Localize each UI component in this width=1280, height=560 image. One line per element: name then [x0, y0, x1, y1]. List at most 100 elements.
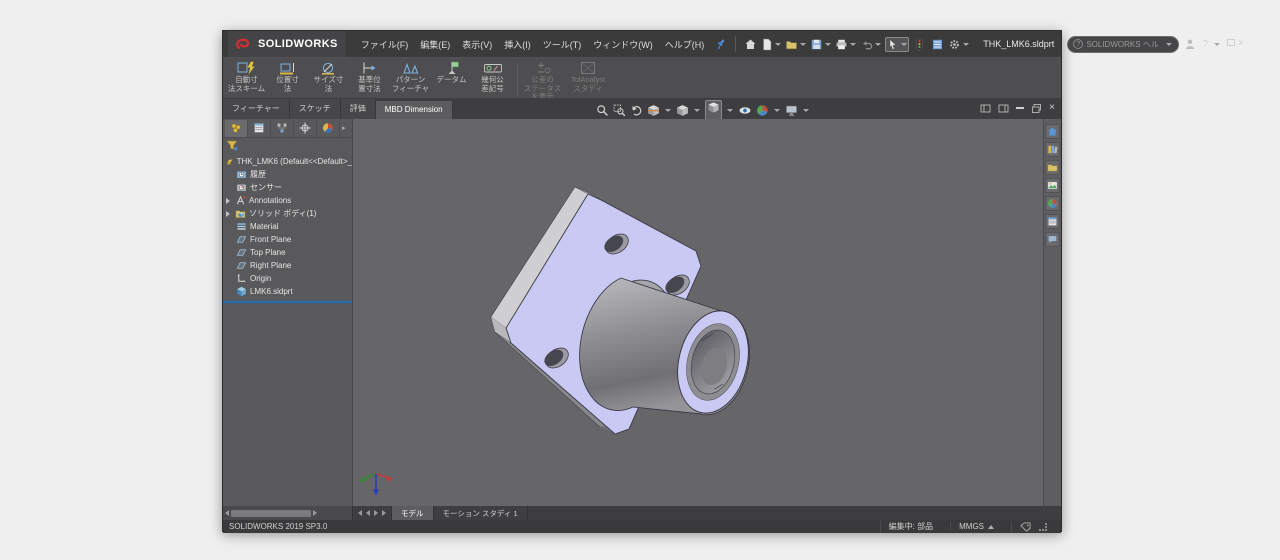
tab-mbd-dimension[interactable]: MBD Dimension — [376, 101, 453, 119]
open-document-button[interactable] — [785, 38, 807, 51]
new-document-button[interactable] — [761, 38, 782, 51]
solidworks-resources-tab[interactable] — [1045, 124, 1060, 139]
document-close-button[interactable]: × — [1049, 101, 1055, 115]
dropdown-icon[interactable] — [800, 43, 806, 46]
tab-model[interactable]: モデル — [392, 506, 434, 520]
menu-tools[interactable]: ツール(T) — [537, 36, 588, 53]
menu-edit[interactable]: 編集(E) — [414, 36, 456, 53]
ribbon-button-datum[interactable]: データム — [432, 60, 471, 85]
tree-item-part-file[interactable]: LMK6.sldprt — [223, 285, 352, 298]
help-search-box[interactable]: ? — [1067, 36, 1179, 53]
file-explorer-tab[interactable] — [1045, 160, 1060, 175]
display-style-button[interactable] — [705, 100, 722, 120]
search-input[interactable] — [1086, 40, 1158, 49]
ribbon-button-location-dimension[interactable]: 位置寸 法 — [268, 60, 307, 93]
print-button[interactable] — [835, 38, 857, 51]
design-library-tab[interactable] — [1045, 142, 1060, 157]
scrollbar-thumb[interactable] — [231, 510, 311, 517]
tab-motion-study[interactable]: モーション スタディ 1 — [434, 506, 528, 520]
tab-property-manager[interactable] — [248, 120, 271, 137]
dropdown-icon[interactable] — [901, 43, 907, 46]
maximize-button[interactable] — [1227, 32, 1235, 56]
tree-item-right-plane[interactable]: Right Plane — [223, 259, 352, 272]
panel-horizontal-scrollbar[interactable] — [223, 506, 353, 520]
ribbon-button-size-dimension[interactable]: サイズ寸 法 — [309, 60, 348, 93]
undo-button[interactable] — [860, 38, 882, 51]
save-button[interactable] — [810, 38, 832, 51]
dropdown-icon[interactable] — [875, 43, 881, 46]
nav-last-icon[interactable] — [382, 510, 386, 516]
dropdown-icon[interactable] — [775, 43, 781, 46]
solidworks-forum-tab[interactable] — [1045, 232, 1060, 247]
units-dropdown-icon[interactable] — [988, 525, 994, 529]
menu-help[interactable]: ヘルプ(H) — [659, 36, 711, 53]
filter-funnel-icon[interactable] — [226, 140, 238, 151]
previous-view-icon[interactable] — [630, 104, 643, 117]
tree-item-annotations[interactable]: Annotations — [223, 194, 352, 207]
dropdown-icon[interactable] — [963, 43, 969, 46]
menu-file[interactable]: ファイル(F) — [355, 36, 415, 53]
view-settings-icon[interactable] — [785, 104, 798, 117]
tree-item-origin[interactable]: Origin — [223, 272, 352, 285]
tab-display-manager[interactable] — [317, 120, 340, 137]
dropdown-icon[interactable] — [774, 109, 780, 112]
help-button[interactable]: ? — [1202, 39, 1208, 50]
ribbon-button-auto-dimension-scheme[interactable]: 自動寸 法スキーム — [227, 60, 266, 93]
view-palette-tab[interactable] — [1045, 178, 1060, 193]
select-tool-button[interactable] — [885, 37, 909, 52]
menu-insert[interactable]: 挿入(I) — [498, 36, 537, 53]
dropdown-icon[interactable] — [665, 109, 671, 112]
panel-tabs-overflow-icon[interactable]: ▸ — [342, 124, 346, 132]
dropdown-icon[interactable] — [694, 109, 700, 112]
custom-properties-tab[interactable] — [1045, 214, 1060, 229]
options-button[interactable] — [948, 38, 970, 51]
tab-feature-tree[interactable] — [225, 120, 248, 137]
login-user-icon[interactable] — [1182, 37, 1197, 52]
nav-first-icon[interactable] — [358, 510, 362, 516]
section-view-icon[interactable] — [647, 104, 660, 117]
model-3d-flanged-bushing[interactable] — [481, 181, 786, 466]
tab-dimxpert-manager[interactable] — [294, 120, 317, 137]
edit-appearance-icon[interactable] — [756, 104, 769, 117]
tree-item-front-plane[interactable]: Front Plane — [223, 233, 352, 246]
close-button[interactable]: × — [1238, 32, 1244, 56]
tab-sketch[interactable]: スケッチ — [290, 99, 341, 119]
tab-evaluate[interactable]: 評価 — [341, 99, 376, 119]
split-pane-left-icon[interactable] — [980, 103, 991, 114]
split-pane-right-icon[interactable] — [998, 103, 1009, 114]
home-button[interactable] — [743, 37, 758, 52]
units-selector[interactable]: MMGS — [950, 522, 1002, 531]
zoom-to-fit-icon[interactable] — [596, 104, 609, 117]
nav-next-icon[interactable] — [374, 510, 378, 516]
expand-arrow-icon[interactable] — [226, 198, 230, 204]
rebuild-button[interactable] — [912, 37, 927, 52]
dropdown-icon[interactable] — [850, 43, 856, 46]
tree-item-part-root[interactable]: THK_LMK6 (Default<<Default>_ — [223, 155, 352, 168]
menu-window[interactable]: ウィンドウ(W) — [587, 36, 659, 53]
search-dropdown-icon[interactable] — [1166, 43, 1172, 46]
tree-item-material[interactable]: Material — [223, 220, 352, 233]
ribbon-button-pattern-feature[interactable]: パターン フィーチャ — [391, 60, 430, 93]
pin-menu-icon[interactable] — [713, 37, 728, 52]
tab-configuration-manager[interactable] — [271, 120, 294, 137]
appearances-scenes-tab[interactable] — [1045, 196, 1060, 211]
nav-prev-icon[interactable] — [366, 510, 370, 516]
tree-item-sensors[interactable]: センサー — [223, 181, 352, 194]
view-orientation-icon[interactable] — [676, 104, 689, 117]
dropdown-icon[interactable] — [803, 109, 809, 112]
document-restore-icon[interactable] — [1031, 103, 1042, 114]
tree-item-top-plane[interactable]: Top Plane — [223, 246, 352, 259]
help-dropdown-icon[interactable] — [1214, 43, 1220, 46]
tree-item-solid-bodies[interactable]: ソリッド ボディ(1) — [223, 207, 352, 220]
ribbon-button-datum-location-dimension[interactable]: 基準位 置寸法 — [350, 60, 389, 93]
scroll-left-icon[interactable] — [225, 510, 229, 516]
rollback-bar[interactable] — [223, 301, 352, 303]
tag-status[interactable] — [1011, 522, 1055, 532]
expand-arrow-icon[interactable] — [226, 211, 230, 217]
ribbon-button-geometric-tolerance[interactable]: 幾何公 差記号 — [473, 60, 512, 93]
search-icon[interactable] — [1161, 39, 1162, 50]
hide-show-items-icon[interactable] — [738, 104, 752, 117]
dropdown-icon[interactable] — [825, 43, 831, 46]
dropdown-icon[interactable] — [727, 109, 733, 112]
file-properties-button[interactable] — [930, 37, 945, 52]
